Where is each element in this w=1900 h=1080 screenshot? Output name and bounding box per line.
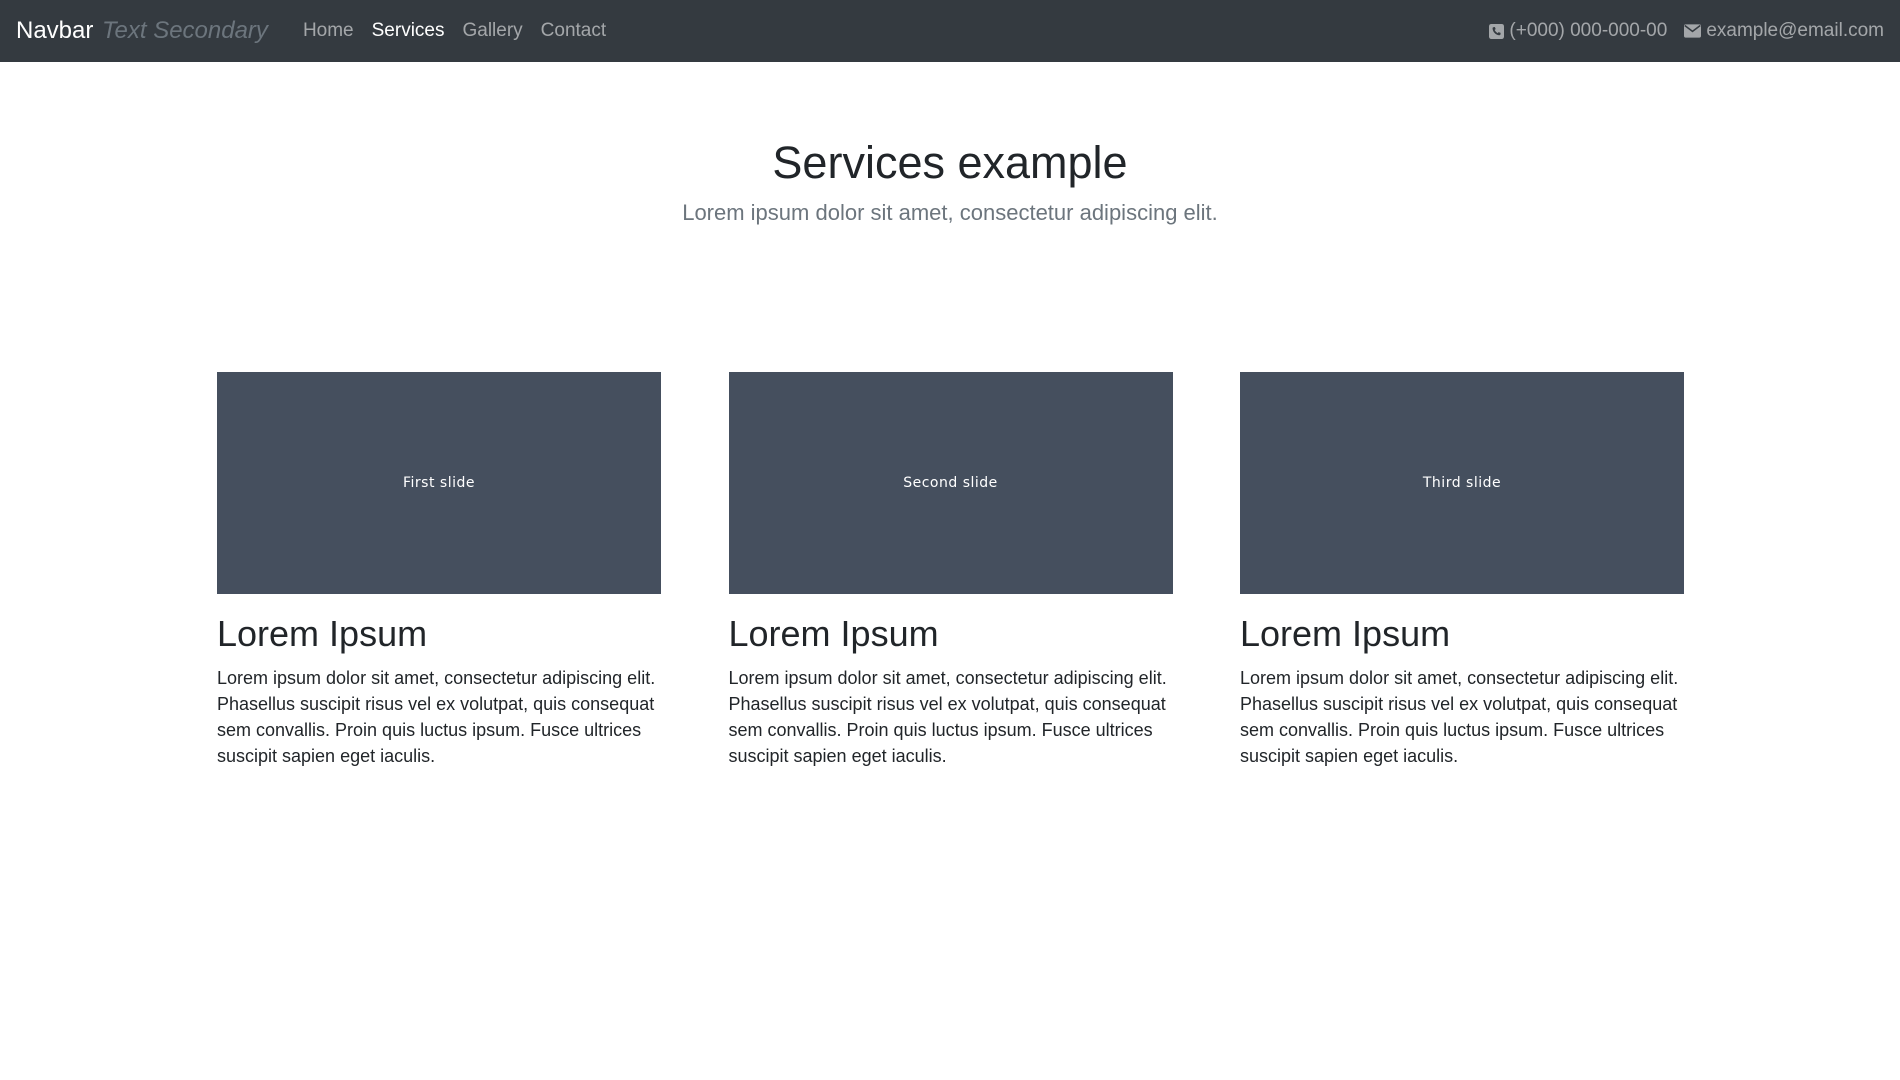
brand-secondary-text: Text Secondary — [102, 17, 268, 44]
slide-placeholder-image: Second slide — [728, 372, 1173, 594]
slide-label: Second slide — [903, 475, 998, 491]
phone-contact[interactable]: (+000) 000-000-00 — [1489, 20, 1667, 42]
email-contact[interactable]: example@email.com — [1684, 20, 1884, 42]
nav-link-services[interactable]: Services — [363, 20, 454, 42]
nav-link-gallery[interactable]: Gallery — [453, 20, 531, 42]
brand-text: Navbar — [16, 17, 94, 44]
card-title: Lorem Ipsum — [728, 613, 939, 654]
slide-label: First slide — [403, 475, 475, 491]
page-lead: Lorem ipsum dolor sit amet, consectetur … — [682, 200, 1218, 225]
slide-placeholder-image: First slide — [217, 372, 661, 594]
envelope-icon — [1684, 24, 1702, 38]
service-card: Third slide Lorem Ipsum Lorem ipsum dolo… — [1240, 372, 1684, 770]
slide-label: Third slide — [1422, 475, 1502, 491]
navbar-brand[interactable]: Navbar Text Secondary — [16, 17, 268, 45]
navbar-contact-info: (+000) 000-000-00 example@email.com — [1472, 20, 1884, 42]
card-text: Lorem ipsum dolor sit amet, consectetur … — [728, 668, 1167, 767]
card-title: Lorem Ipsum — [217, 613, 428, 654]
nav-links: Home Services Gallery Contact — [294, 20, 615, 42]
card-text: Lorem ipsum dolor sit amet, consectetur … — [217, 668, 656, 767]
phone-square-icon — [1489, 23, 1505, 39]
service-card: Second slide Lorem Ipsum Lorem ipsum dol… — [728, 372, 1173, 770]
service-card: First slide Lorem Ipsum Lorem ipsum dolo… — [217, 372, 661, 770]
email-address: example@email.com — [1706, 20, 1884, 41]
hero-section: Services example Lorem ipsum dolor sit a… — [0, 62, 1900, 226]
top-navbar: Navbar Text Secondary Home Services Gall… — [0, 0, 1900, 62]
card-text: Lorem ipsum dolor sit amet, consectetur … — [1240, 668, 1679, 767]
slide-placeholder-image: Third slide — [1240, 372, 1684, 594]
card-title: Lorem Ipsum — [1240, 613, 1451, 654]
page-title: Services example — [772, 137, 1128, 188]
phone-number: (+000) 000-000-00 — [1509, 20, 1668, 41]
nav-link-contact[interactable]: Contact — [532, 20, 615, 42]
nav-link-home[interactable]: Home — [294, 20, 363, 42]
services-cards: First slide Lorem Ipsum Lorem ipsum dolo… — [217, 372, 1684, 770]
